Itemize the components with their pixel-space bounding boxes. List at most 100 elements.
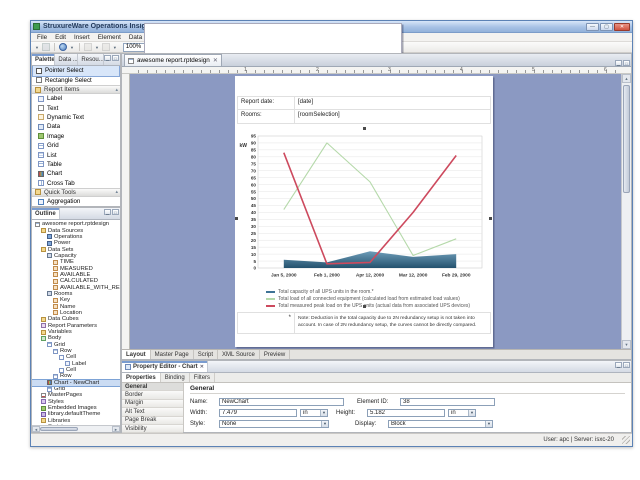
close-button[interactable]: ✕ — [614, 23, 630, 31]
maximize-view-icon[interactable]: □ — [623, 362, 630, 368]
scrollbar-thumb[interactable] — [623, 85, 630, 193]
menu-edit[interactable]: Edit — [51, 34, 70, 41]
report-field-row[interactable]: Rooms:[roomSelection] — [238, 110, 490, 123]
palette-tab-data[interactable]: Data ... — [55, 54, 78, 65]
selection-handle-bottom[interactable] — [363, 305, 366, 308]
minimize-view-icon[interactable]: ▁ — [104, 209, 111, 215]
outline-item-awesome-report-rptdesign[interactable]: awesome report.rptdesign — [32, 221, 120, 227]
field-value-cell[interactable]: [date] — [295, 97, 490, 109]
selection-handle-top[interactable] — [363, 127, 366, 130]
height-field[interactable] — [367, 409, 445, 417]
maximize-view-icon[interactable]: □ — [112, 55, 119, 61]
outline-horizontal-scrollbar[interactable]: ◄ ► — [32, 425, 120, 432]
editor-tab-xml-source[interactable]: XML Source — [218, 350, 260, 359]
element-id-field[interactable] — [400, 398, 495, 406]
palette-item-list[interactable]: List — [32, 150, 120, 159]
report-page[interactable]: Report date:[date]Rooms:[roomSelection] … — [235, 76, 493, 347]
palette-item-grid[interactable]: Grid — [32, 141, 120, 150]
width-field[interactable] — [219, 409, 297, 417]
maximize-button[interactable]: ▢ — [600, 23, 613, 31]
style-select[interactable]: None▼ — [219, 420, 329, 428]
name-field[interactable] — [219, 398, 344, 406]
category-border[interactable]: Border — [122, 391, 183, 399]
palette-section-report-items[interactable]: Report Items▴ — [32, 85, 120, 94]
menu-data[interactable]: Data — [125, 34, 146, 41]
category-alt-text[interactable]: Alt Text — [122, 408, 183, 416]
palette-item-table[interactable]: Table — [32, 160, 120, 169]
field-value-cell[interactable]: [roomSelection] — [295, 110, 490, 123]
palette-tab-palette[interactable]: Palette — [32, 54, 55, 65]
header-grid[interactable]: Report date:[date]Rooms:[roomSelection] — [237, 96, 491, 124]
undo-button[interactable] — [84, 43, 92, 51]
undo-dropdown-icon[interactable]: ▼ — [95, 45, 99, 50]
new-dropdown-icon[interactable]: ▼ — [35, 45, 39, 50]
menu-element[interactable]: Element — [94, 34, 125, 41]
minimize-view-icon[interactable]: ▁ — [615, 60, 622, 66]
palette-tool-pointer-select[interactable]: Pointer Select — [33, 66, 119, 76]
note-grid[interactable]: * Note: Deduction in the total capacity … — [237, 312, 491, 334]
editor-tab-script[interactable]: Script — [194, 350, 218, 359]
palette-item-chart[interactable]: Chart — [32, 169, 120, 178]
close-tab-icon[interactable]: ✕ — [213, 57, 218, 64]
scroll-right-icon[interactable]: ► — [112, 426, 120, 432]
chevron-down-icon[interactable]: ▼ — [320, 410, 327, 416]
report-field-row[interactable]: Report date:[date] — [238, 97, 490, 110]
scroll-up-icon[interactable]: ▲ — [622, 74, 631, 83]
chevron-down-icon[interactable]: ▼ — [468, 410, 475, 416]
resize-grip-icon[interactable] — [622, 436, 630, 444]
minimize-view-icon[interactable]: ▁ — [104, 55, 111, 61]
chart-element[interactable]: 05101520253035404550556065707580859095kW… — [238, 130, 490, 309]
collapse-icon[interactable]: ▴ — [115, 189, 118, 195]
editor-tab-master-page[interactable]: Master Page — [151, 350, 194, 359]
palette-tool-rectangle-select[interactable]: Rectangle Select — [33, 76, 119, 86]
chevron-down-icon[interactable]: ▼ — [485, 421, 492, 427]
menu-file[interactable]: File — [33, 34, 51, 41]
menu-insert[interactable]: Insert — [70, 34, 94, 41]
note-marker-cell[interactable]: * — [238, 313, 295, 333]
editor-tab-preview[interactable]: Preview — [260, 350, 290, 359]
maximize-view-icon[interactable]: □ — [623, 60, 630, 66]
palette-item-cross-tab[interactable]: Cross Tab — [32, 179, 120, 188]
editor-tab-layout[interactable]: Layout — [122, 350, 151, 359]
preview-button[interactable] — [59, 43, 67, 51]
category-margin[interactable]: Margin — [122, 400, 183, 408]
close-tab-icon[interactable]: ✕ — [200, 364, 204, 370]
subtab-binding[interactable]: Binding — [161, 373, 190, 382]
height-unit-select[interactable]: in▼ — [448, 409, 476, 417]
palette-item-label[interactable]: Label — [32, 94, 120, 103]
collapse-icon[interactable]: ▴ — [115, 87, 118, 93]
selection-handle-right[interactable] — [489, 217, 492, 220]
chevron-down-icon[interactable]: ▼ — [321, 421, 328, 427]
preview-dropdown-icon[interactable]: ▼ — [70, 45, 74, 50]
minimize-view-icon[interactable]: ▁ — [615, 362, 622, 368]
palette-item-image[interactable]: Image — [32, 132, 120, 141]
display-select[interactable]: Block▼ — [388, 420, 493, 428]
canvas-vertical-scrollbar[interactable]: ▲ ▼ — [621, 74, 631, 349]
note-text-cell[interactable]: Note: Deduction in the total capacity du… — [295, 313, 490, 333]
palette-item-text[interactable]: Text — [32, 103, 120, 112]
field-label-cell[interactable]: Rooms: — [238, 110, 295, 123]
palette-section-quick-tools[interactable]: Quick Tools▴ — [32, 188, 120, 197]
save-button[interactable] — [42, 43, 50, 51]
palette-item-dynamic-text[interactable]: Dynamic Text — [32, 113, 120, 122]
tab-report-design[interactable]: awesome report.rptdesign ✕ — [124, 54, 222, 66]
redo-button[interactable] — [102, 43, 110, 51]
redo-dropdown-icon[interactable]: ▼ — [113, 45, 117, 50]
palette-tab-resou[interactable]: Resou... — [78, 54, 104, 65]
scroll-down-icon[interactable]: ▼ — [622, 340, 631, 349]
design-canvas[interactable]: Report date:[date]Rooms:[roomSelection] … — [122, 74, 631, 349]
minimize-button[interactable]: — — [586, 23, 599, 31]
tab-outline[interactable]: Outline — [32, 208, 60, 219]
palette-item-data[interactable]: Data — [32, 122, 120, 131]
maximize-view-icon[interactable]: □ — [112, 209, 119, 215]
category-general[interactable]: General — [122, 383, 183, 391]
scroll-left-icon[interactable]: ◄ — [32, 426, 40, 432]
field-label-cell[interactable]: Report date: — [238, 97, 295, 109]
width-unit-select[interactable]: in▼ — [300, 409, 328, 417]
category-page-break[interactable]: Page Break — [122, 417, 183, 425]
subtab-filters[interactable]: Filters — [190, 373, 215, 382]
tab-property-editor[interactable]: Property Editor - Chart ✕ — [122, 361, 208, 372]
scrollbar-thumb[interactable] — [40, 427, 78, 431]
selection-handle-left[interactable] — [235, 217, 238, 220]
subtab-properties[interactable]: Properties — [122, 373, 161, 382]
